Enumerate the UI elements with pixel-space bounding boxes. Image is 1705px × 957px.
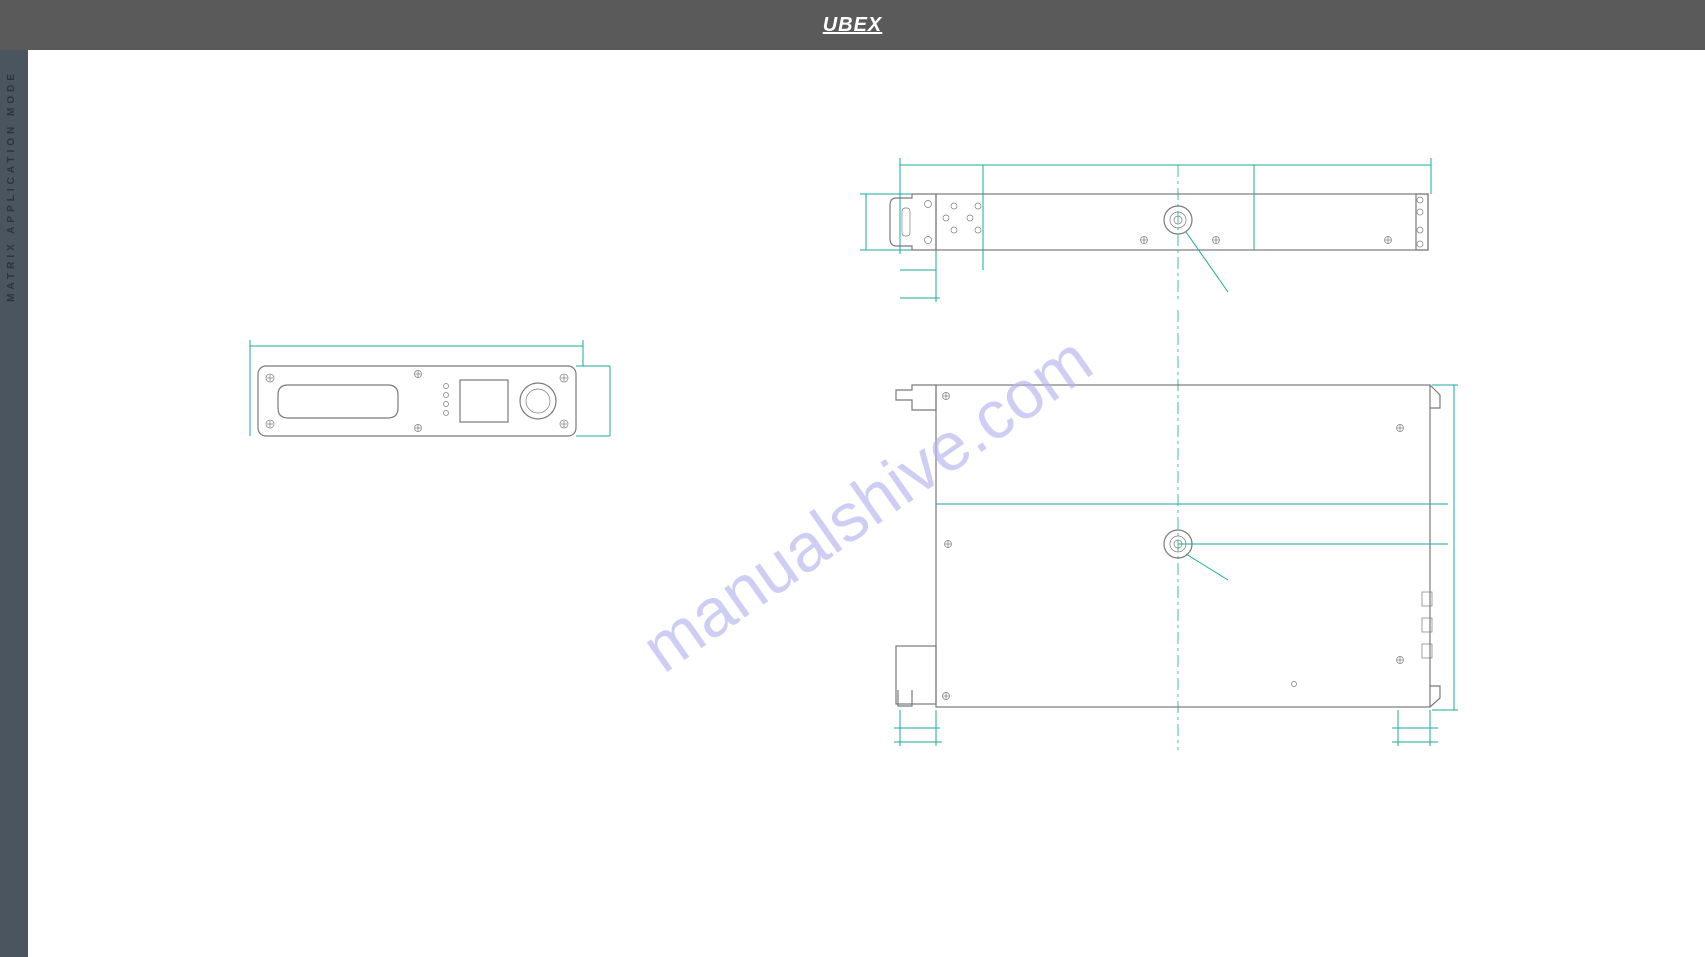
page-header: UBEX	[0, 0, 1705, 50]
side-rail-label: MATRIX APPLICATION MODE	[0, 50, 23, 322]
drawing-svg: .dim { stroke:#1aa9a0; stroke-width:1; f…	[28, 50, 1705, 957]
page-content: manualshive.com .dim { stroke:#1aa9a0; s…	[28, 50, 1705, 957]
side-view	[860, 158, 1431, 302]
top-view	[894, 310, 1458, 750]
technical-drawing: .dim { stroke:#1aa9a0; stroke-width:1; f…	[28, 50, 1705, 957]
front-view	[250, 340, 610, 436]
brand-logo: UBEX	[823, 14, 883, 37]
side-rail: MATRIX APPLICATION MODE	[0, 50, 28, 957]
